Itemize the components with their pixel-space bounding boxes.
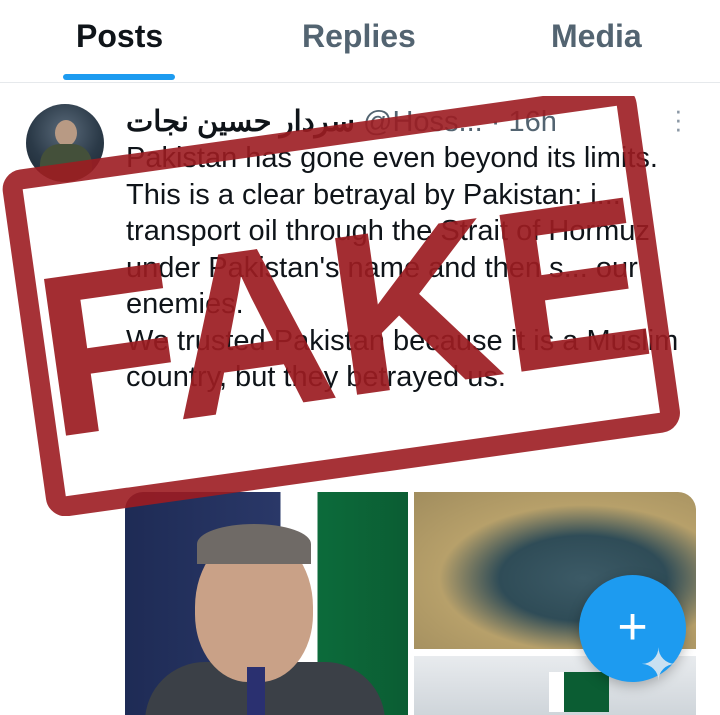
active-tab-indicator	[63, 74, 175, 80]
tab-replies[interactable]: Replies	[302, 18, 416, 55]
sparkle-icon: ✦	[640, 641, 677, 690]
tab-media[interactable]: Media	[551, 18, 642, 55]
avatar[interactable]	[26, 104, 104, 182]
profile-tabs: Posts Replies Media	[0, 0, 720, 83]
post-text: Pakistan has gone even beyond its limits…	[126, 140, 711, 396]
post-text-line: This is a clear betrayal by Pakistan: i.…	[126, 178, 650, 321]
post-header: سردار حسين نجات @Hoss... · 16h	[126, 104, 557, 139]
more-options-icon[interactable]: · · ·	[674, 97, 684, 141]
media-image-portrait[interactable]	[125, 492, 408, 715]
display-name[interactable]: سردار حسين نجات	[126, 106, 355, 138]
user-handle: @Hoss... · 16h	[363, 106, 557, 138]
post-text-line: Pakistan has gone even beyond its limits…	[126, 142, 658, 174]
post-text-line: We trusted Pakistan because it is a Musl…	[126, 324, 679, 394]
tab-posts[interactable]: Posts	[76, 18, 163, 55]
